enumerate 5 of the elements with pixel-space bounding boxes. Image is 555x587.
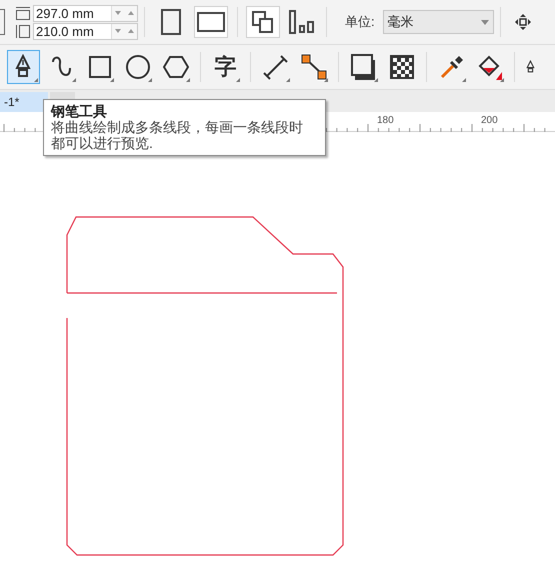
tooltip-text: 将曲线绘制成多条线段，每画一条线段时都可以进行预览. bbox=[51, 119, 304, 151]
ruler-label: 200 bbox=[481, 114, 498, 128]
tooltip-title: 钢笔工具 bbox=[51, 103, 108, 119]
unit-label: 单位: bbox=[345, 13, 375, 32]
ruler-label: 180 bbox=[377, 114, 394, 128]
